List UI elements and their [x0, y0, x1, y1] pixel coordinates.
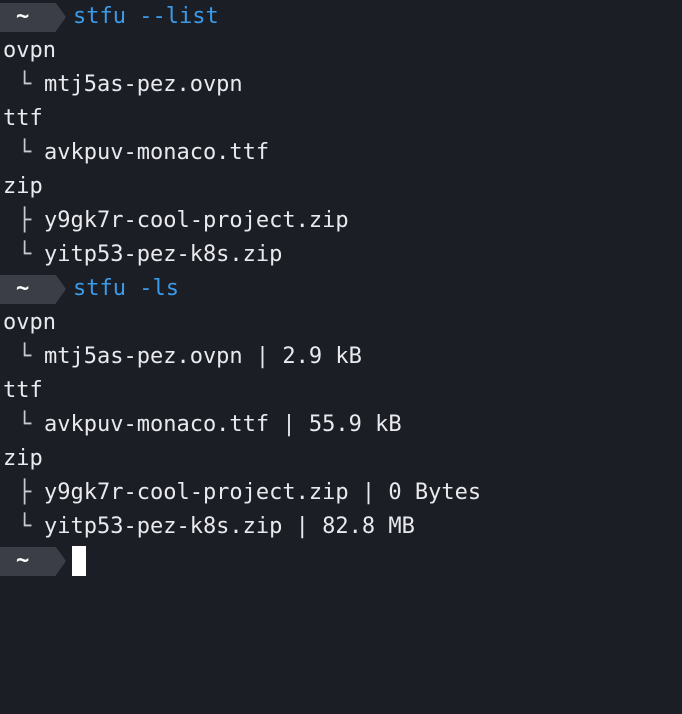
file-list-item: ├ y9gk7r-cool-project.zip | 0 Bytes: [0, 476, 682, 510]
file-name-with-size: yitp53-pez-k8s.zip | 82.8 MB: [44, 514, 415, 539]
category-heading: ovpn: [3, 38, 56, 63]
file-name: mtj5as-pez.ovpn: [44, 72, 243, 97]
category-heading: ttf: [3, 378, 43, 403]
tree-branch-icon: └: [18, 242, 32, 267]
file-list-item: └ avkpuv-monaco.ttf | 55.9 kB: [0, 408, 682, 442]
file-list-item: └ yitp53-pez-k8s.zip | 82.8 MB: [0, 510, 682, 544]
file-list-item: └ mtj5as-pez.ovpn | 2.9 kB: [0, 340, 682, 374]
file-list-item: └ mtj5as-pez.ovpn: [0, 68, 682, 102]
tree-branch-icon: └: [18, 412, 32, 437]
home-directory-indicator: ~: [16, 4, 30, 29]
prompt-line: ~ stfu -ls: [0, 272, 682, 306]
category-heading: ttf: [3, 106, 43, 131]
file-name: avkpuv-monaco.ttf: [44, 140, 270, 165]
home-directory-indicator: ~: [16, 276, 30, 301]
file-name: y9gk7r-cool-project.zip: [44, 208, 349, 233]
home-directory-indicator: ~: [16, 548, 30, 573]
tree-branch-icon: ├: [18, 480, 32, 505]
text-cursor[interactable]: [72, 546, 86, 576]
tree-branch-icon: ├: [18, 208, 32, 233]
command-text: stfu -ls: [73, 276, 179, 301]
file-list-item: └ yitp53-pez-k8s.zip: [0, 238, 682, 272]
tree-branch-icon: └: [18, 140, 32, 165]
prompt-line: ~ stfu --list: [0, 0, 682, 34]
terminal-window[interactable]: ~ stfu --list ovpn └ mtj5as-pez.ovpn ttf…: [0, 0, 682, 582]
tree-branch-icon: └: [18, 344, 32, 369]
file-list-item: ├ y9gk7r-cool-project.zip: [0, 204, 682, 238]
active-prompt-line[interactable]: ~: [0, 544, 682, 578]
category-heading: zip: [3, 174, 43, 199]
category-heading: zip: [3, 446, 43, 471]
tree-branch-icon: └: [18, 514, 32, 539]
category-heading: ovpn: [3, 310, 56, 335]
file-name-with-size: mtj5as-pez.ovpn | 2.9 kB: [44, 344, 362, 369]
command-text: stfu --list: [73, 4, 219, 29]
file-name-with-size: avkpuv-monaco.ttf | 55.9 kB: [44, 412, 402, 437]
tree-branch-icon: └: [18, 72, 32, 97]
file-list-item: └ avkpuv-monaco.ttf: [0, 136, 682, 170]
file-name-with-size: y9gk7r-cool-project.zip | 0 Bytes: [44, 480, 482, 505]
file-name: yitp53-pez-k8s.zip: [44, 242, 283, 267]
